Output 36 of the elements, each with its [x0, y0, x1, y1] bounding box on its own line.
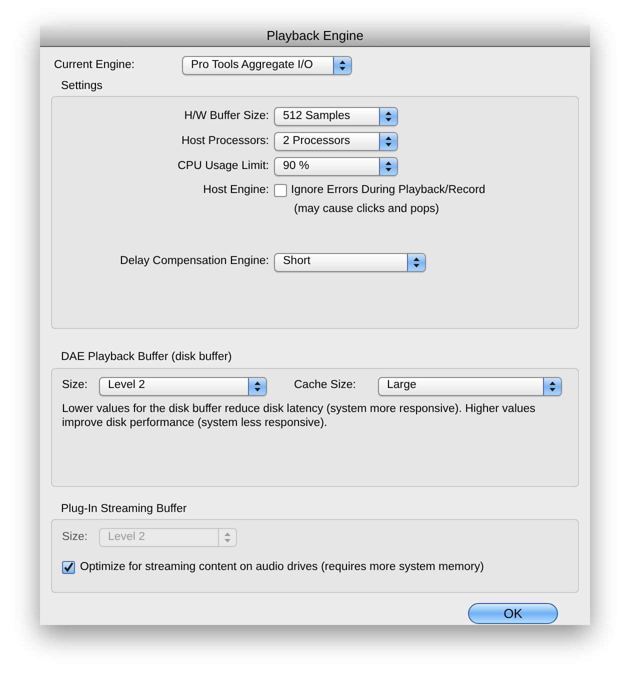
dropdown[interactable]: 90 %: [274, 157, 398, 176]
dropdown[interactable]: Large: [378, 376, 562, 396]
checkmark-icon: [63, 562, 74, 573]
field-label: Host Processors:: [180, 134, 270, 150]
dropdown[interactable]: Short: [274, 252, 426, 272]
stepper-arrows-icon: [385, 111, 392, 122]
stepper-arrows-icon: [413, 256, 420, 268]
stepper-arrows-icon: [339, 60, 346, 71]
checkbox-label: Optimize for streaming content on audio drives (requires more system memory): [80, 560, 484, 575]
field-label: Host Engine:: [202, 182, 270, 198]
field-label: Cache Size:: [294, 378, 358, 394]
checkbox[interactable]: [274, 184, 287, 197]
group-title: Settings: [60, 79, 104, 94]
field-label: Size:: [62, 530, 89, 545]
field-label: Size:: [62, 378, 89, 394]
field-label: Delay Compensation Engine:: [119, 254, 270, 270]
ok-button[interactable]: OK: [468, 602, 558, 624]
stepper-arrows-icon: [224, 532, 231, 543]
group-title: DAE Playback Buffer (disk buffer): [60, 350, 233, 366]
window-title: Playback Engine: [266, 26, 364, 45]
stepper-arrows-icon: [385, 136, 392, 148]
description-text: Lower values for the disk buffer reduce disk latency (system more responsive). Higher values improve disk performance (system less responsive).: [62, 402, 536, 430]
stepper-arrows-icon: [254, 380, 261, 392]
field-label: CPU Usage Limit:: [176, 159, 270, 174]
dropdown[interactable]: Pro Tools Aggregate I/O: [182, 56, 352, 75]
field-label: Current Engine:: [54, 58, 136, 73]
stepper-arrows-icon: [549, 380, 556, 392]
group-title: Plug-In Streaming Buffer: [60, 502, 188, 516]
dropdown[interactable]: 2 Processors: [274, 132, 398, 152]
field-label: H/W Buffer Size:: [183, 109, 270, 124]
dropdown[interactable]: Level 2: [99, 376, 267, 396]
checkbox[interactable]: [62, 560, 75, 574]
dropdown[interactable]: 512 Samples: [274, 107, 398, 126]
stepper-arrows-icon: [385, 161, 392, 172]
checkbox-label: Ignore Errors During Playback/Record: [291, 182, 486, 198]
warning-note: (may cause clicks and pops): [294, 202, 440, 218]
